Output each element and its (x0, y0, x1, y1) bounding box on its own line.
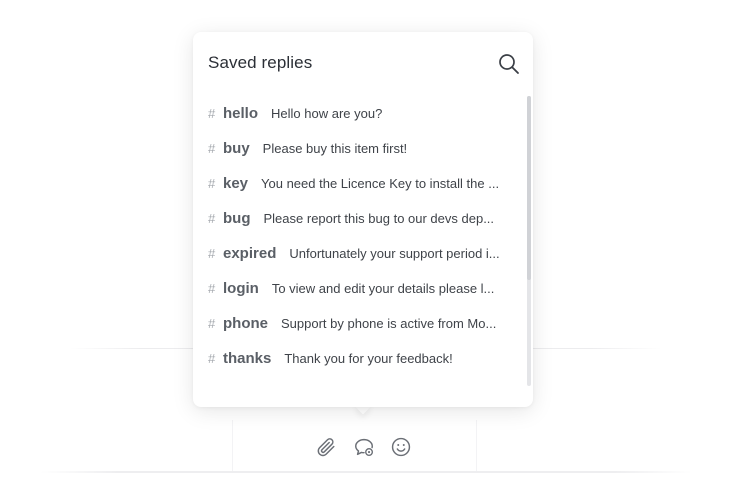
hash-symbol: # (208, 316, 216, 331)
hash-symbol: # (208, 106, 216, 121)
hash-symbol: # (208, 211, 216, 226)
saved-reply-item[interactable]: # key You need the Licence Key to instal… (193, 166, 523, 201)
popup-title: Saved replies (208, 53, 313, 72)
reply-shortcut: hello (223, 105, 259, 122)
attach-button[interactable] (315, 436, 337, 458)
hash-symbol: # (208, 176, 216, 191)
popup-arrow-cover (350, 395, 378, 407)
hash-symbol: # (208, 281, 216, 296)
saved-reply-item[interactable]: # phone Support by phone is active from … (193, 306, 523, 341)
search-icon (499, 54, 519, 74)
reply-text: Thank you for your feedback! (284, 351, 453, 366)
reply-text: Unfortunately your support period i... (289, 246, 500, 261)
paperclip-icon (317, 438, 335, 457)
saved-reply-item[interactable]: # hello Hello how are you? (193, 96, 523, 131)
reply-shortcut: buy (223, 140, 250, 157)
hash-symbol: # (208, 351, 216, 366)
reply-text: Hello how are you? (271, 106, 383, 121)
hash-symbol: # (208, 141, 216, 156)
reply-shortcut: bug (223, 210, 251, 227)
scrollbar-thumb[interactable] (527, 96, 531, 280)
saved-replies-popup: Saved replies # hello Hello how are you?… (193, 32, 533, 407)
saved-reply-item[interactable]: # thanks Thank you for your feedback! (193, 341, 523, 376)
reply-shortcut: expired (223, 245, 277, 262)
reply-text: Please buy this item first! (262, 141, 408, 156)
reply-shortcut: phone (223, 315, 268, 332)
chat-editor-area: Saved replies # hello Hello how are you?… (0, 0, 730, 481)
search-button[interactable] (497, 52, 521, 76)
saved-replies-list: # hello Hello how are you? # buy Please … (193, 96, 523, 376)
list-scrollbar[interactable] (527, 96, 531, 386)
saved-replies-button[interactable] (353, 436, 375, 458)
editor-bottom-divider (40, 471, 692, 473)
saved-reply-item[interactable]: # buy Please buy this item first! (193, 131, 523, 166)
reply-text: Support by phone is active from Mo... (281, 316, 497, 331)
saved-reply-item[interactable]: # expired Unfortunately your support per… (193, 236, 523, 271)
emoji-button[interactable] (390, 436, 412, 458)
saved-reply-item[interactable]: # bug Please report this bug to our devs… (193, 201, 523, 236)
hash-symbol: # (208, 246, 216, 261)
chat-bubble-icon (355, 438, 374, 457)
reply-shortcut: login (223, 280, 259, 297)
reply-shortcut: thanks (223, 350, 272, 367)
reply-text: To view and edit your details please l..… (271, 281, 495, 296)
reply-shortcut: key (223, 175, 249, 192)
smiley-icon (391, 437, 411, 457)
saved-reply-item[interactable]: # login To view and edit your details pl… (193, 271, 523, 306)
reply-text: You need the Licence Key to install the … (261, 176, 500, 191)
reply-text: Please report this bug to our devs dep..… (263, 211, 495, 226)
